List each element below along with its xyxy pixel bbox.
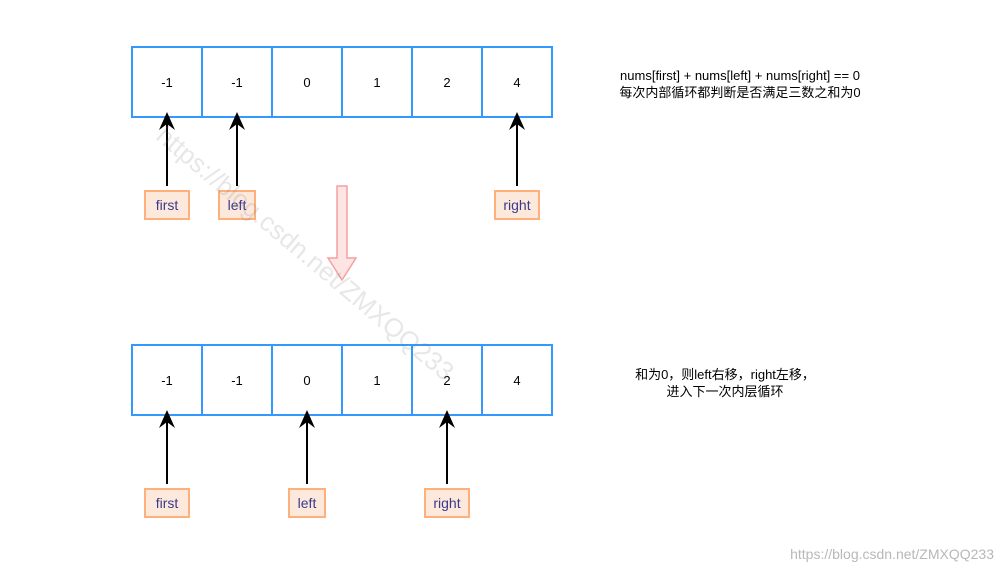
top-note-line2: 每次内部循环都判断是否满足三数之和为0 (619, 85, 861, 100)
array-cell-value: 0 (303, 75, 310, 90)
pointer-label-right: right (433, 495, 460, 511)
pointer-label-first: first (156, 495, 179, 511)
array-cell-value: -1 (161, 373, 173, 388)
pointer-label-right: right (503, 197, 530, 213)
pointer-label-left: left (298, 495, 317, 511)
array-cell-value: 2 (443, 75, 450, 90)
array-cell-value: -1 (231, 373, 243, 388)
bottom-note-line1: 和为0，则left右移，right左移， (635, 367, 815, 382)
bottom-note-line2: 进入下一次内层循环 (666, 384, 784, 399)
array-cell-value: 0 (303, 373, 310, 388)
array-cell-value: 4 (513, 75, 520, 90)
bottom-note: 和为0，则left右移，right左移， 进入下一次内层循环 (600, 366, 850, 400)
top-note: nums[first] + nums[left] + nums[right] =… (590, 67, 890, 101)
array-cell-value: -1 (231, 75, 243, 90)
pointer-label-first: first (156, 197, 179, 213)
array-cell-value: -1 (161, 75, 173, 90)
array-cell-value: 4 (513, 373, 520, 388)
watermark-corner: https://blog.csdn.net/ZMXQQ233 (790, 546, 994, 562)
top-note-line1: nums[first] + nums[left] + nums[right] =… (620, 68, 860, 83)
array-cell-value: 1 (373, 373, 380, 388)
bottom-array: -1 -1 0 1 2 4first left right (131, 344, 553, 518)
array-cell-value: 1 (373, 75, 380, 90)
